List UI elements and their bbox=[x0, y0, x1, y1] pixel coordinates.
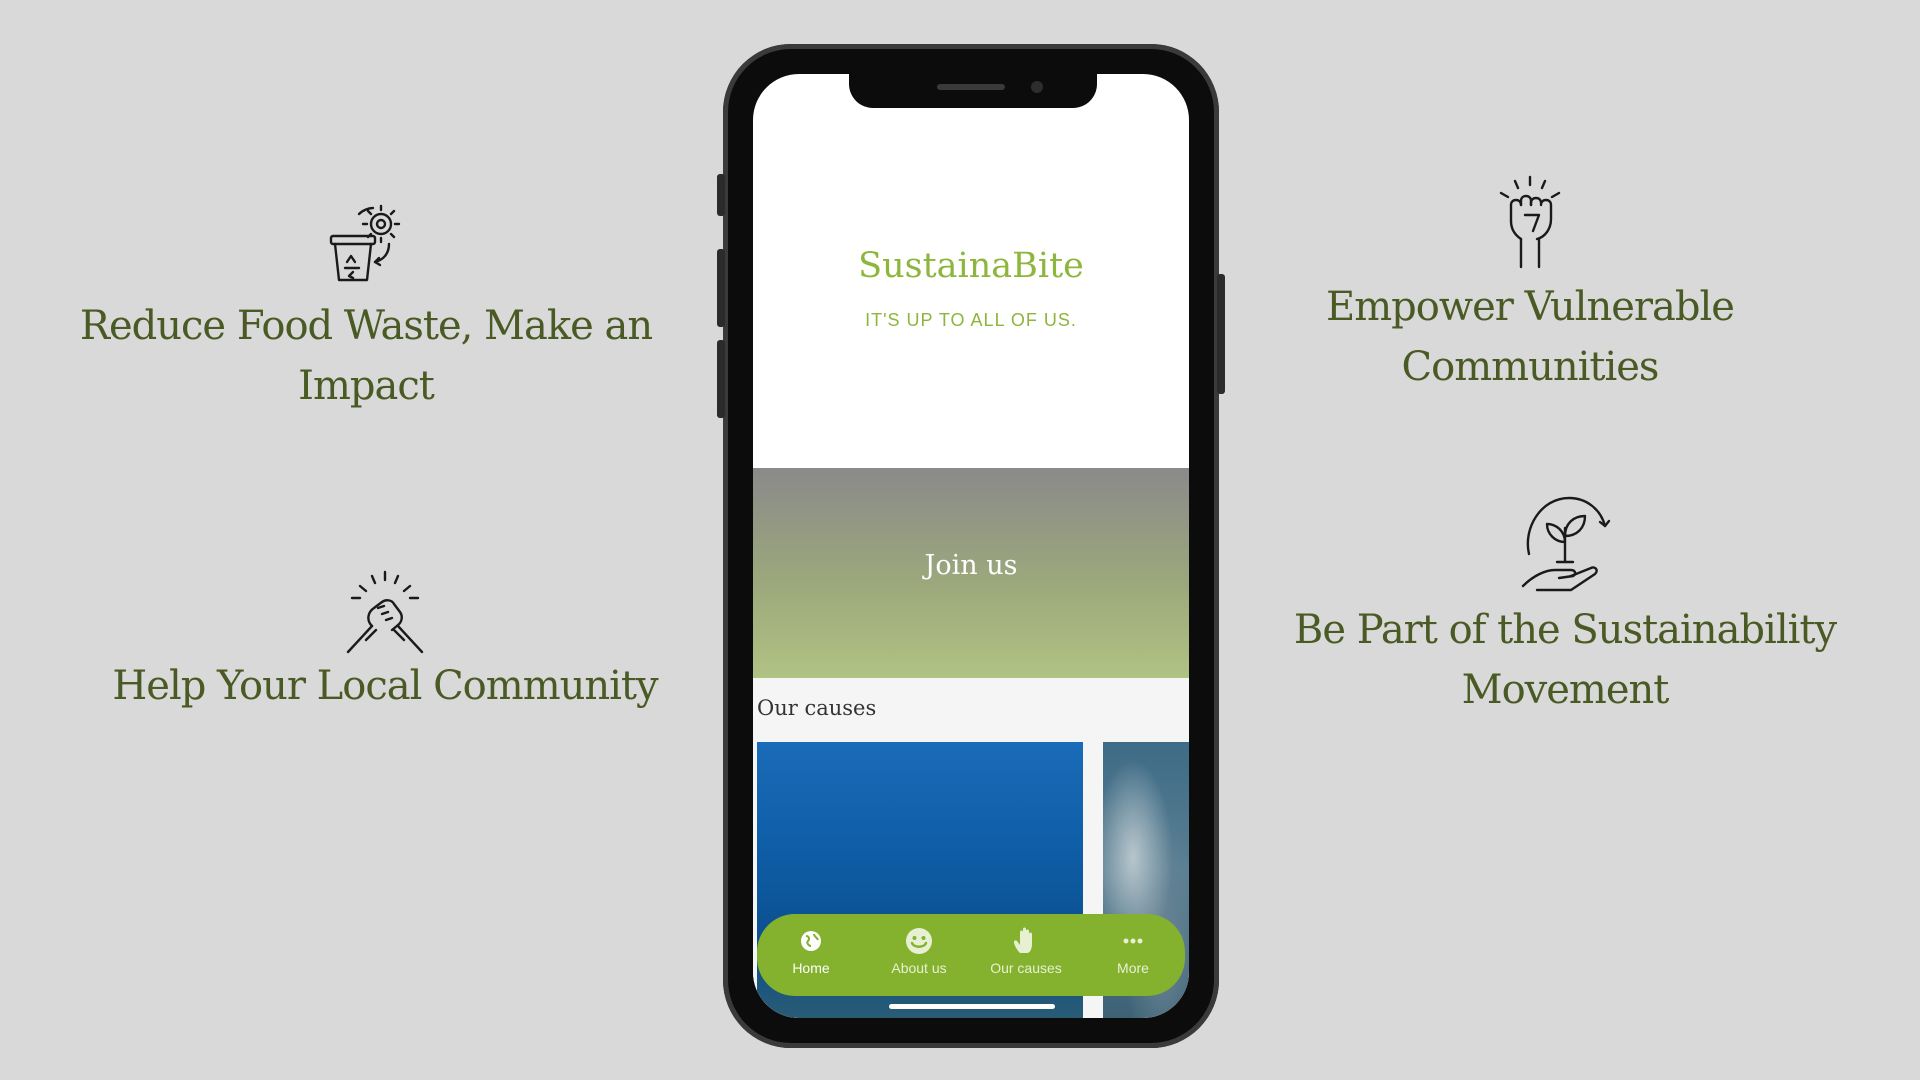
handshake-icon bbox=[346, 570, 424, 654]
silent-switch bbox=[717, 174, 725, 216]
app-tagline: IT'S UP TO ALL OF US. bbox=[865, 310, 1077, 330]
nav-home[interactable]: Home bbox=[761, 926, 861, 976]
nav-more[interactable]: More bbox=[1083, 926, 1183, 976]
feature-text: Be Part of the Sustainability Movement bbox=[1293, 607, 1837, 713]
nav-our-causes[interactable]: Our causes bbox=[976, 926, 1076, 976]
volume-down-button bbox=[717, 340, 725, 418]
nav-about-us[interactable]: About us bbox=[869, 926, 969, 976]
feature-reduce-waste: Reduce Food Waste, Make an Impact bbox=[66, 200, 666, 416]
feature-local-community: Help Your Local Community bbox=[100, 570, 670, 716]
globe-icon bbox=[801, 931, 821, 951]
home-indicator bbox=[889, 1004, 1055, 1009]
speaker-grille bbox=[937, 84, 1005, 90]
hand-icon bbox=[1014, 927, 1032, 953]
feature-text: Empower Vulnerable Communities bbox=[1326, 284, 1735, 390]
join-us-label[interactable]: Join us bbox=[753, 550, 1189, 581]
nav-label: About us bbox=[891, 960, 947, 976]
phone-screen: SustainaBite IT'S UP TO ALL OF US. Join … bbox=[753, 74, 1189, 1018]
power-button bbox=[1217, 274, 1225, 394]
feature-text: Help Your Local Community bbox=[112, 663, 658, 709]
nav-label: Our causes bbox=[990, 960, 1062, 976]
phone-notch bbox=[849, 74, 1097, 108]
volume-up-button bbox=[717, 249, 725, 327]
plant-hand-icon bbox=[1521, 496, 1611, 592]
join-us-banner[interactable]: Join us bbox=[753, 468, 1189, 678]
front-camera bbox=[1031, 81, 1043, 93]
nav-label: More bbox=[1117, 960, 1149, 976]
feature-text: Reduce Food Waste, Make an Impact bbox=[79, 303, 653, 409]
more-dots-icon bbox=[1123, 938, 1143, 944]
feature-empower: Empower Vulnerable Communities bbox=[1250, 175, 1810, 397]
bottom-navigation: Home About us Our causes More bbox=[757, 914, 1185, 996]
feature-movement: Be Part of the Sustainability Movement bbox=[1250, 492, 1880, 720]
recycle-bin-gear-icon bbox=[329, 204, 401, 282]
nav-label: Home bbox=[792, 960, 830, 976]
app-brand-title: SustainaBite bbox=[858, 246, 1084, 286]
phone-mockup: SustainaBite IT'S UP TO ALL OF US. Join … bbox=[717, 44, 1225, 1048]
raised-fist-icon bbox=[1499, 175, 1561, 269]
causes-title: Our causes bbox=[757, 696, 877, 720]
smiley-icon bbox=[906, 928, 932, 954]
